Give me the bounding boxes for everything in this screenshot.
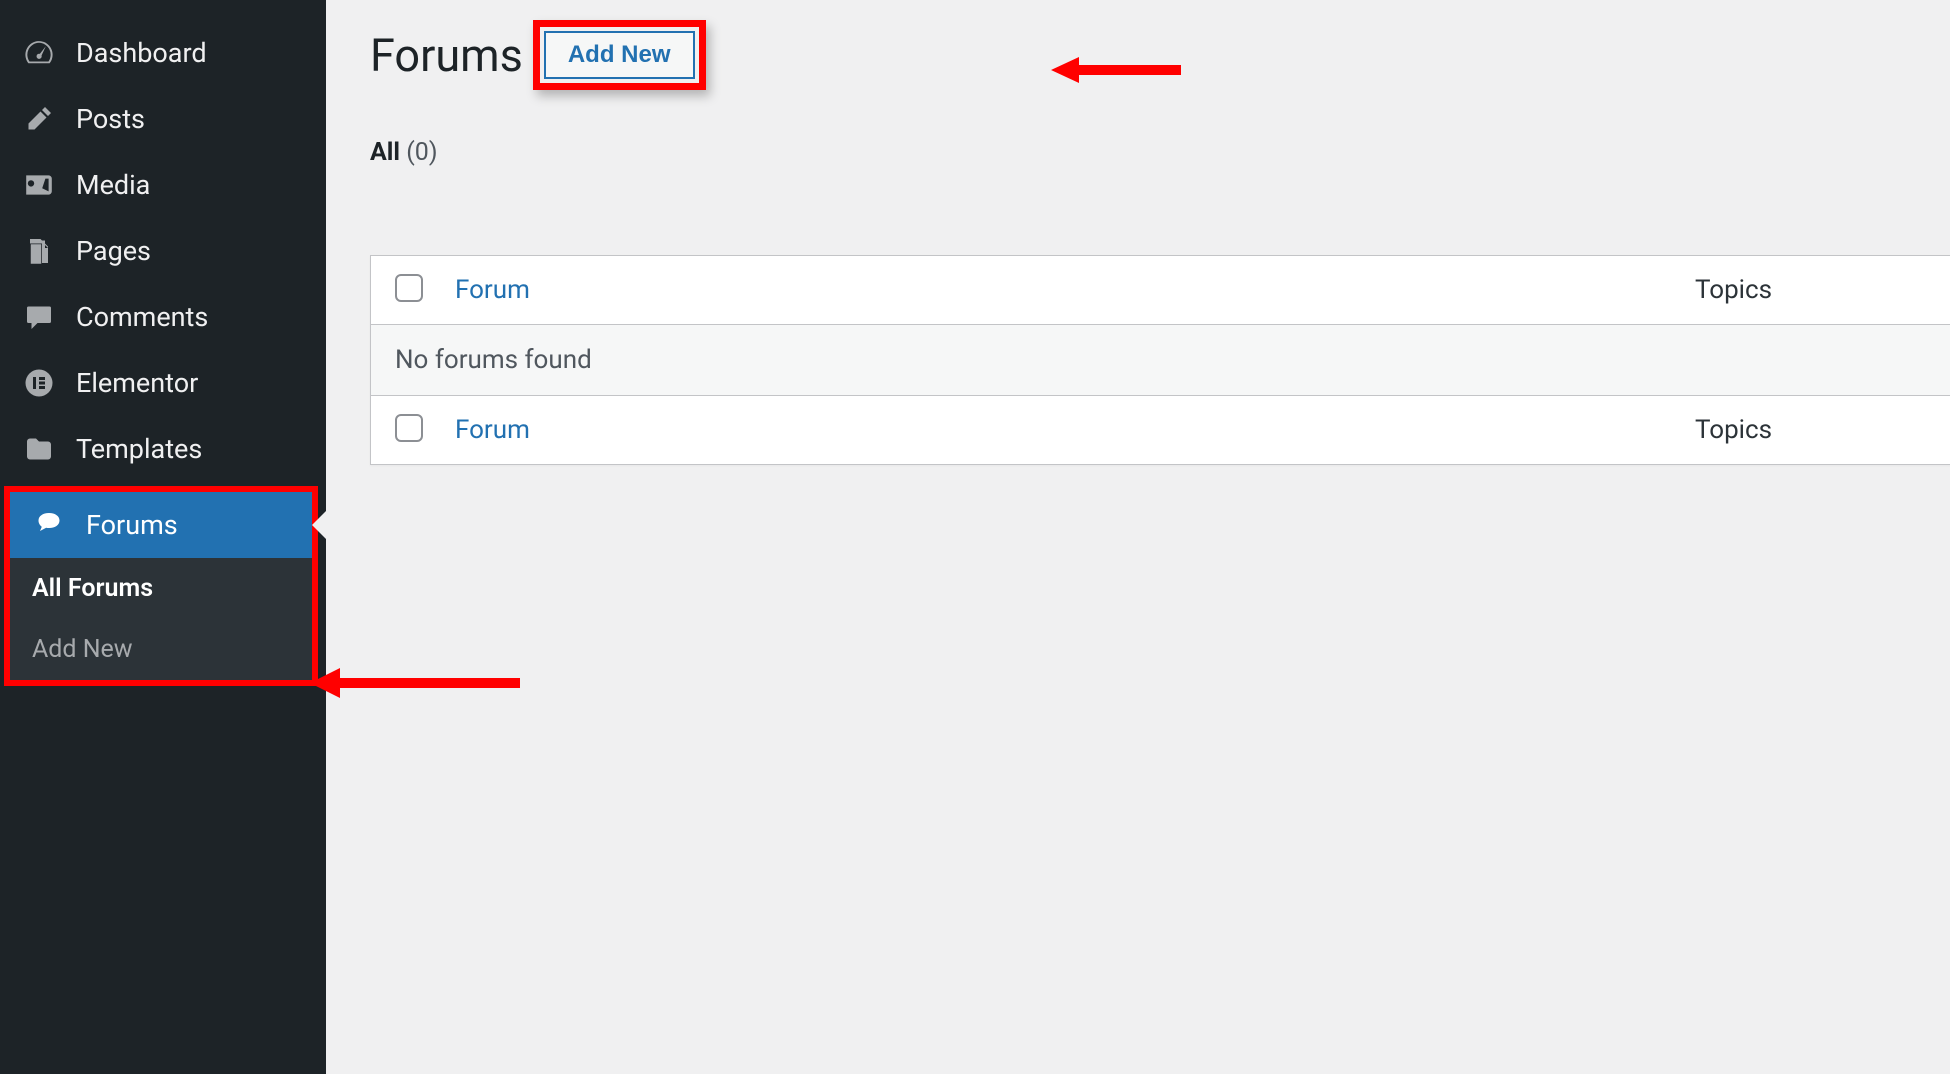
elementor-icon	[22, 366, 56, 400]
sidebar-item-dashboard[interactable]: Dashboard	[0, 20, 326, 86]
filter-links: All (0)	[370, 138, 1950, 167]
sidebar-item-label: Dashboard	[76, 37, 207, 69]
sidebar-item-label: Forums	[86, 509, 178, 541]
sidebar-item-label: Elementor	[76, 367, 198, 399]
add-new-button[interactable]: Add New	[544, 31, 695, 79]
table-empty-row: No forums found	[371, 325, 1950, 396]
media-icon	[22, 168, 56, 202]
sidebar-item-label: Posts	[76, 103, 145, 135]
page-title: Forums	[370, 29, 523, 82]
sidebar-item-forums[interactable]: Forums	[10, 492, 312, 558]
table-footer-row: Forum Topics R	[371, 396, 1950, 464]
sidebar-item-label: Pages	[76, 235, 151, 267]
highlight-box-add-new: Add New	[533, 20, 706, 90]
table-header-row: Forum Topics R	[371, 256, 1950, 325]
forums-table: Forum Topics R No forums found Forum Top…	[370, 255, 1950, 465]
sidebar-item-pages[interactable]: Pages	[0, 218, 326, 284]
select-all-checkbox-foot[interactable]	[395, 414, 423, 442]
select-all-checkbox[interactable]	[395, 274, 423, 302]
submenu-all-forums[interactable]: All Forums	[10, 558, 312, 619]
filter-count: (0)	[406, 138, 437, 167]
posts-icon	[22, 102, 56, 136]
submenu-add-new[interactable]: Add New	[10, 619, 312, 680]
comments-icon	[22, 300, 56, 334]
sidebar-item-media[interactable]: Media	[0, 152, 326, 218]
annotation-arrow-top	[1051, 55, 1181, 85]
filter-all[interactable]: All	[370, 138, 400, 167]
sidebar-item-elementor[interactable]: Elementor	[0, 350, 326, 416]
highlight-box-sidebar: Forums All Forums Add New	[4, 486, 318, 686]
sidebar-item-comments[interactable]: Comments	[0, 284, 326, 350]
forums-icon	[32, 508, 66, 542]
column-topics-foot[interactable]: Topics	[1695, 415, 1772, 445]
sidebar-item-label: Comments	[76, 301, 208, 333]
templates-icon	[22, 432, 56, 466]
select-all-cell	[395, 274, 455, 306]
column-topics[interactable]: Topics	[1695, 275, 1772, 305]
column-forum[interactable]: Forum	[455, 275, 530, 305]
sidebar-item-label: Templates	[76, 433, 202, 465]
column-forum-foot[interactable]: Forum	[455, 415, 530, 445]
annotation-arrow-side	[310, 668, 520, 698]
forums-submenu: All Forums Add New	[10, 558, 312, 680]
admin-sidebar: Dashboard Posts Media Pages Comments Ele…	[0, 0, 326, 1074]
select-all-cell-foot	[395, 414, 455, 446]
dashboard-icon	[22, 36, 56, 70]
pages-icon	[22, 234, 56, 268]
sidebar-item-label: Media	[76, 169, 150, 201]
sidebar-item-templates[interactable]: Templates	[0, 416, 326, 482]
sidebar-item-posts[interactable]: Posts	[0, 86, 326, 152]
no-forums-text: No forums found	[395, 343, 592, 377]
main-content: Forums Add New All (0) Forum Topics R	[326, 0, 1950, 1074]
